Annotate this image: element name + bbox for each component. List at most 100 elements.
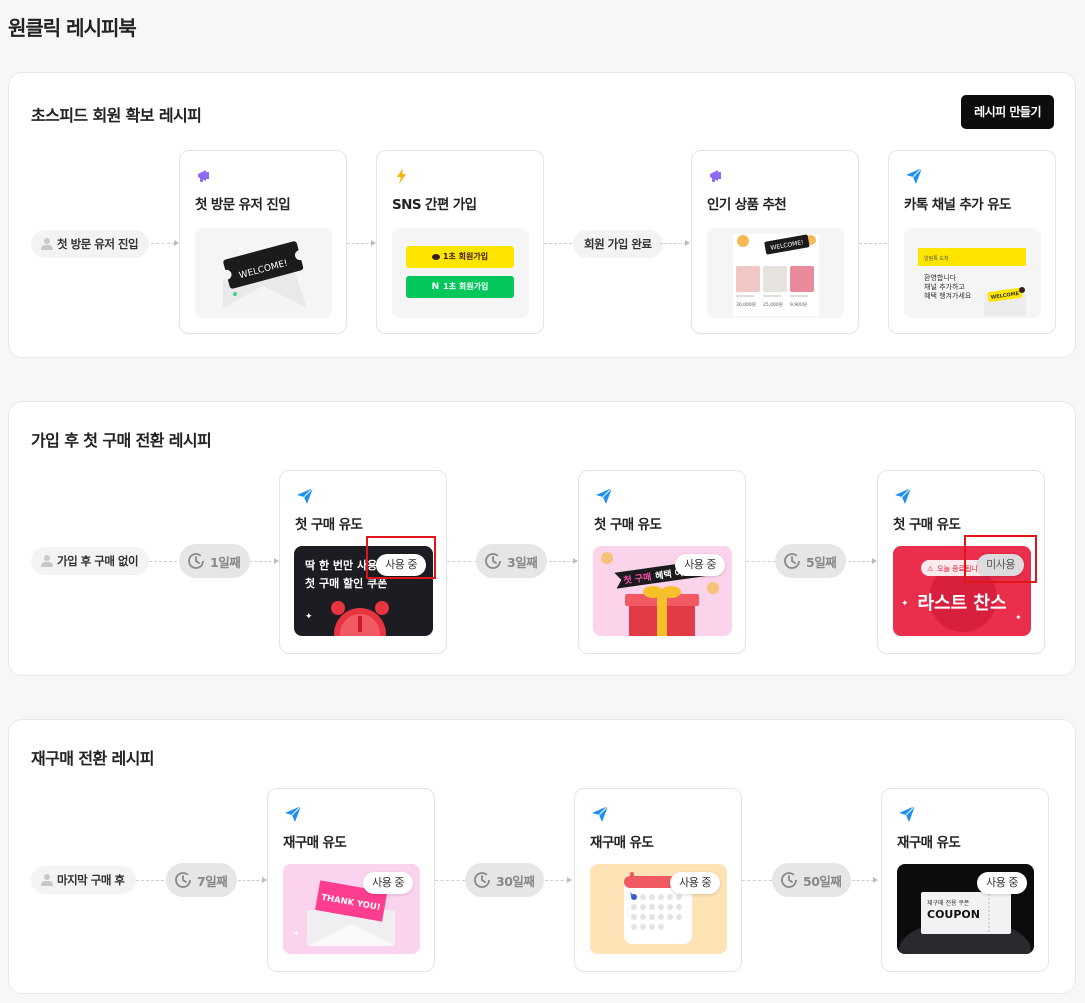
- svg-text:✦: ✦: [305, 612, 313, 622]
- svg-text:⚠: ⚠: [927, 565, 934, 573]
- trigger-pill: 마지막 구매 후: [31, 866, 136, 894]
- card-thumbnail: 사용 중: [590, 864, 727, 954]
- recipe-card-repurchase-3[interactable]: 재구매 유도 재구매 전용 쿠폰 COUPON 사용 중: [881, 788, 1049, 972]
- flow-connector: [151, 243, 175, 244]
- svg-text:혜택 챙겨가세요: 혜택 챙겨가세요: [924, 291, 972, 300]
- flow-connector: [742, 880, 772, 881]
- flow-connector: [746, 561, 776, 562]
- recipe-card-first-purchase-2[interactable]: 첫 구매 유도 첫 구매 혜택 어게인! 사용 중: [578, 470, 746, 654]
- flow-connector: [136, 880, 164, 881]
- flow-connector: [544, 243, 572, 244]
- clock-icon: [474, 872, 490, 888]
- kakao-message-illustration: 알림톡 도착 환영합니다 채널 추가하고 혜택 챙겨가세요 WELCOME: [918, 248, 1026, 316]
- clock-icon: [485, 553, 501, 569]
- card-title: 인기 상품 추천: [707, 197, 787, 213]
- card-thumbnail: 재구매 전용 쿠폰 COUPON 사용 중: [897, 864, 1034, 954]
- megaphone-icon: [710, 170, 721, 182]
- recipe-card-kakao-channel[interactable]: 카톡 채널 추가 유도 알림톡 도착 환영합니다 채널 추가하고 혜택 챙겨가세…: [888, 150, 1056, 334]
- recipe-card-popular-products[interactable]: 인기 상품 추천 WELCOME! 30,000원 25,000원 9,900원: [691, 150, 859, 334]
- flow-arrow: [685, 240, 690, 246]
- recipe-card-repurchase-1[interactable]: 재구매 유도 THANK YOU! ✦ 사용 중: [267, 788, 435, 972]
- make-recipe-button[interactable]: 레시피 만들기: [961, 95, 1054, 129]
- card-thumbnail: WELCOME! ✦: [195, 228, 332, 318]
- section-title: 가입 후 첫 구매 전환 레시피: [31, 431, 212, 450]
- section-title: 재구매 전환 레시피: [31, 749, 155, 768]
- card-title: SNS 간편 가입: [392, 197, 477, 213]
- card-title: 카톡 채널 추가 유도: [904, 197, 1011, 213]
- annotation-highlight-box: [366, 536, 436, 579]
- send-icon: [895, 487, 912, 504]
- milestone-pill: 회원 가입 완료: [573, 230, 663, 258]
- send-icon: [596, 487, 613, 504]
- naver-signup-button: N 1초 회원가입: [406, 276, 514, 298]
- trigger-pill: 첫 방문 유저 진입: [31, 230, 150, 258]
- recipe-card-first-visit[interactable]: 첫 방문 유저 진입 WELCOME! ✦: [179, 150, 347, 334]
- annotation-highlight-box: [964, 535, 1037, 583]
- delay-pill: 5일째: [775, 544, 847, 578]
- recipe-section-member: 초스피드 회원 확보 레시피 레시피 만들기 첫 방문 유저 진입 첫 방문 유…: [8, 72, 1076, 358]
- send-icon: [899, 805, 916, 822]
- send-icon: [297, 487, 314, 504]
- delay-pill: 7일째: [166, 863, 238, 897]
- user-icon: [41, 874, 53, 886]
- send-icon: [285, 805, 302, 822]
- kakao-signup-button: 1초 회원가입: [406, 246, 514, 268]
- card-thumbnail: 1초 회원가입 N 1초 회원가입: [392, 228, 529, 318]
- svg-text:✦: ✦: [901, 599, 909, 609]
- clock-icon: [784, 553, 800, 569]
- flow-connector: [250, 561, 276, 562]
- svg-text:라스트 찬스: 라스트 찬스: [917, 593, 1006, 614]
- svg-text:✦: ✦: [293, 929, 300, 938]
- delay-pill: 1일째: [179, 544, 251, 578]
- chat-bubble-icon: [431, 253, 440, 260]
- svg-text:25,000원: 25,000원: [763, 301, 783, 308]
- naver-logo-icon: N: [431, 282, 440, 292]
- svg-text:30,000원: 30,000원: [736, 301, 756, 308]
- status-badge: 사용 중: [675, 554, 725, 576]
- delay-pill: 3일째: [476, 544, 548, 578]
- recipe-card-repurchase-2[interactable]: 재구매 유도 사용 중: [574, 788, 742, 972]
- flow-connector: [859, 243, 887, 244]
- card-title: 첫 구매 유도: [893, 517, 961, 533]
- user-icon: [41, 238, 53, 250]
- welcome-envelope-illustration: WELCOME! ✦: [221, 241, 307, 308]
- status-badge: 사용 중: [363, 872, 413, 894]
- product-list-illustration: WELCOME! 30,000원 25,000원 9,900원: [733, 234, 819, 316]
- flow-connector: [447, 561, 477, 562]
- clock-icon: [188, 553, 204, 569]
- clock-icon: [781, 872, 797, 888]
- card-title: 첫 구매 유도: [594, 517, 662, 533]
- flow-connector: [549, 561, 575, 562]
- clock-icon: [175, 872, 191, 888]
- svg-text:환영합니다: 환영합니다: [924, 273, 957, 282]
- svg-text:✦: ✦: [1015, 613, 1022, 622]
- svg-text:✦: ✦: [237, 245, 244, 254]
- flow-connector: [852, 880, 874, 881]
- flow-arrow: [873, 877, 878, 883]
- card-title: 재구매 유도: [897, 835, 961, 851]
- recipe-section-first-purchase: 가입 후 첫 구매 전환 레시피 가입 후 구매 없이 1일째 첫 구매 유도 …: [8, 401, 1076, 676]
- status-badge: 사용 중: [977, 872, 1027, 894]
- delay-pill: 30일째: [465, 863, 545, 897]
- flow-connector: [545, 880, 569, 881]
- flow-connector: [149, 561, 177, 562]
- card-thumbnail: THANK YOU! ✦ 사용 중: [283, 864, 420, 954]
- flow-arrow: [567, 877, 572, 883]
- page-title: 원클릭 레시피북: [8, 16, 137, 40]
- send-icon: [592, 805, 609, 822]
- svg-text:알림톡 도착: 알림톡 도착: [924, 255, 949, 262]
- status-badge: 사용 중: [670, 872, 720, 894]
- card-thumbnail: 첫 구매 혜택 어게인! 사용 중: [593, 546, 732, 636]
- flow-connector: [848, 561, 874, 562]
- svg-text:COUPON: COUPON: [927, 908, 980, 921]
- lightning-icon: [397, 168, 406, 184]
- recipe-card-sns-signup[interactable]: SNS 간편 가입 1초 회원가입 N 1초 회원가입: [376, 150, 544, 334]
- user-icon: [41, 555, 53, 567]
- card-title: 첫 구매 유도: [295, 517, 363, 533]
- flow-connector: [238, 880, 264, 881]
- card-title: 재구매 유도: [283, 835, 347, 851]
- send-icon: [906, 167, 923, 184]
- card-thumbnail: 알림톡 도착 환영합니다 채널 추가하고 혜택 챙겨가세요 WELCOME: [904, 228, 1041, 318]
- card-title: 첫 방문 유저 진입: [195, 197, 291, 213]
- card-title: 재구매 유도: [590, 835, 654, 851]
